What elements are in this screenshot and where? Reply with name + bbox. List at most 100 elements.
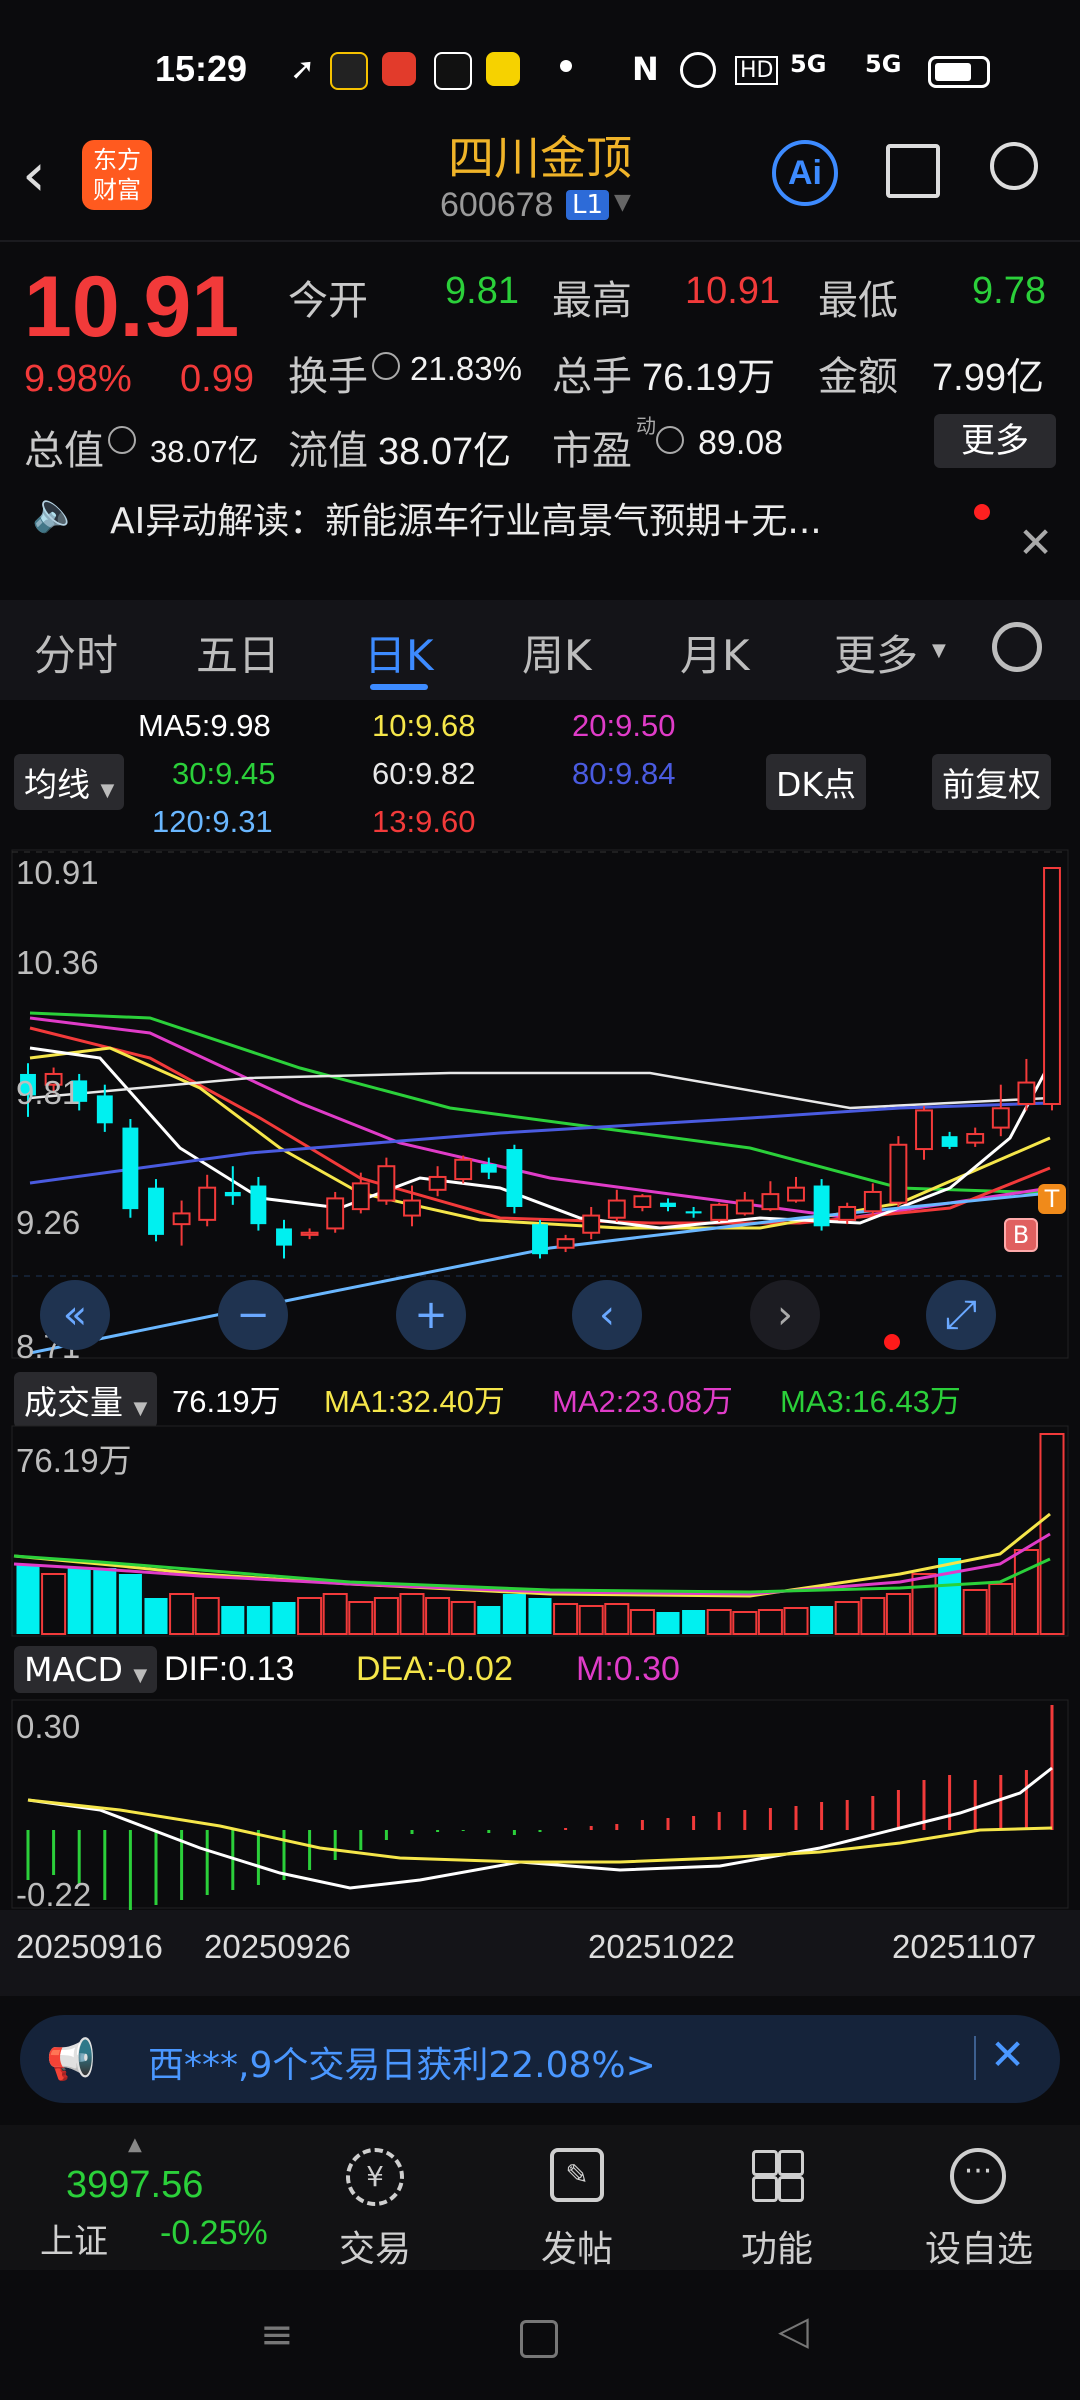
candle-body[interactable] <box>556 1238 575 1249</box>
candle-body[interactable] <box>813 1185 830 1227</box>
candle-body[interactable] <box>480 1164 497 1173</box>
candle-body[interactable] <box>915 1109 933 1151</box>
candle-body[interactable] <box>172 1212 191 1226</box>
settings-gear-icon[interactable] <box>992 622 1042 672</box>
tab-five-day[interactable]: 五日 <box>196 622 280 683</box>
candle-body[interactable] <box>198 1186 217 1221</box>
candle-body[interactable] <box>377 1165 396 1202</box>
candle-body[interactable] <box>122 1127 139 1210</box>
macd-chart[interactable] <box>0 1698 1080 1910</box>
dropdown-caret-icon[interactable]: ▼ <box>614 190 631 215</box>
fast-back-button[interactable]: « <box>40 1280 110 1350</box>
more-button[interactable]: 更多 <box>934 414 1056 468</box>
candlestick-chart[interactable] <box>0 848 1080 1360</box>
trade-label[interactable]: 交易 <box>300 2220 450 2272</box>
trade-icon[interactable]: ¥ <box>346 2148 404 2206</box>
tab-daily-k[interactable]: 日K <box>364 622 434 683</box>
candle-body[interactable] <box>761 1193 780 1211</box>
candle-body[interactable] <box>428 1175 447 1191</box>
back-triangle-icon[interactable]: ◁ <box>778 2308 809 2354</box>
menu-icon[interactable]: ≡ <box>260 2312 294 2358</box>
candle-body[interactable] <box>787 1186 805 1202</box>
dk-point-chip[interactable]: DK点 <box>766 754 867 810</box>
volume-chart[interactable] <box>0 1424 1080 1638</box>
index-value[interactable]: 3997.56 <box>66 2164 203 2207</box>
candle-body[interactable] <box>991 1107 1010 1129</box>
candle-body[interactable] <box>941 1136 958 1147</box>
info-icon[interactable] <box>656 426 684 454</box>
share-icon[interactable] <box>886 144 940 198</box>
low-label: 最低 <box>818 278 898 324</box>
add-watchlist-label[interactable]: 设自选 <box>904 2220 1054 2272</box>
function-grid-icon[interactable] <box>752 2150 804 2202</box>
macd-indicator-chip[interactable]: MACD ▼ <box>14 1646 158 1693</box>
zoom-in-button[interactable]: + <box>396 1280 466 1350</box>
candle-body[interactable] <box>403 1199 421 1217</box>
t-marker[interactable]: T <box>1038 1184 1066 1214</box>
scroll-left-button[interactable]: ‹ <box>572 1280 642 1350</box>
post-label[interactable]: 发帖 <box>502 2220 652 2272</box>
candle-body[interactable] <box>250 1185 267 1225</box>
macd-axis-top: 0.30 <box>16 1708 81 1745</box>
candle-body[interactable] <box>966 1133 985 1144</box>
candle-body[interactable] <box>889 1143 908 1204</box>
volume-bar <box>425 1597 451 1635</box>
index-change[interactable]: -0.25% <box>160 2214 268 2253</box>
candle-body[interactable] <box>735 1199 754 1215</box>
candle-body[interactable] <box>1017 1081 1036 1106</box>
candle-body[interactable] <box>838 1205 857 1221</box>
ai-notice-text[interactable]: AI异动解读：新能源车行业高景气预期+无... <box>110 492 822 544</box>
candle-body[interactable] <box>351 1182 370 1211</box>
candle-body[interactable] <box>863 1190 882 1213</box>
candle-body[interactable] <box>532 1224 548 1255</box>
search-icon[interactable] <box>990 142 1038 190</box>
level-badge[interactable]: L1 <box>566 190 610 220</box>
candle-body[interactable] <box>506 1149 523 1207</box>
home-icon[interactable] <box>520 2320 558 2358</box>
banner-text[interactable]: 西***,9个交易日获利22.08%> <box>148 2036 656 2088</box>
app-notification-icon <box>330 52 368 90</box>
status-bar: 15:29 ➚ N HD 5G 5G <box>0 0 1080 130</box>
tab-more[interactable]: 更多 <box>834 622 918 683</box>
candle-body[interactable] <box>607 1199 626 1219</box>
ai-assistant-button[interactable]: Ai <box>772 140 838 206</box>
candle-body[interactable] <box>326 1197 345 1230</box>
info-icon[interactable] <box>108 426 136 454</box>
stock-code: 600678 <box>440 186 554 224</box>
ma-selector-chip[interactable]: 均线 ▼ <box>14 754 125 810</box>
close-icon[interactable]: ✕ <box>1018 518 1053 567</box>
function-label[interactable]: 功能 <box>702 2220 852 2272</box>
volume-indicator-chip[interactable]: 成交量 ▼ <box>14 1372 158 1428</box>
scroll-right-button[interactable]: › <box>750 1280 820 1350</box>
candle-body[interactable] <box>148 1187 164 1235</box>
open-value: 9.81 <box>445 270 519 312</box>
post-edit-icon[interactable]: ✎ <box>550 2148 604 2202</box>
volume-bar <box>118 1574 142 1634</box>
buy-marker[interactable]: B <box>1004 1218 1038 1252</box>
tab-intraday[interactable]: 分时 <box>34 622 118 683</box>
info-icon[interactable] <box>372 352 400 380</box>
tab-monthly-k[interactable]: 月K <box>680 622 750 683</box>
candle-body[interactable] <box>224 1191 241 1197</box>
price-axis-lower: 9.26 <box>16 1204 81 1241</box>
volume-bar <box>885 1593 911 1635</box>
candle-body[interactable] <box>582 1214 601 1234</box>
candle-body[interactable] <box>660 1202 676 1207</box>
zoom-out-button[interactable]: − <box>218 1280 288 1350</box>
candle-body[interactable] <box>96 1095 113 1124</box>
index-name[interactable]: 上证 <box>40 2214 108 2263</box>
volume-value: 76.19万 <box>172 1384 281 1419</box>
adjust-mode-chip[interactable]: 前复权 <box>932 754 1051 810</box>
candle-body[interactable] <box>710 1203 729 1221</box>
fullscreen-button[interactable]: ⤢ <box>926 1280 996 1350</box>
candle-body[interactable] <box>300 1231 319 1236</box>
dropdown-caret-icon[interactable]: ▼ <box>932 640 946 661</box>
close-icon[interactable]: ✕ <box>990 2030 1025 2079</box>
candle-body[interactable] <box>276 1228 292 1246</box>
candle-body[interactable] <box>633 1195 652 1208</box>
candle-body[interactable] <box>1043 867 1061 1105</box>
tab-weekly-k[interactable]: 周K <box>522 622 592 683</box>
candle-body[interactable] <box>454 1158 473 1181</box>
more-dots-icon[interactable]: ··· <box>950 2148 1006 2204</box>
candle-body[interactable] <box>685 1211 702 1214</box>
